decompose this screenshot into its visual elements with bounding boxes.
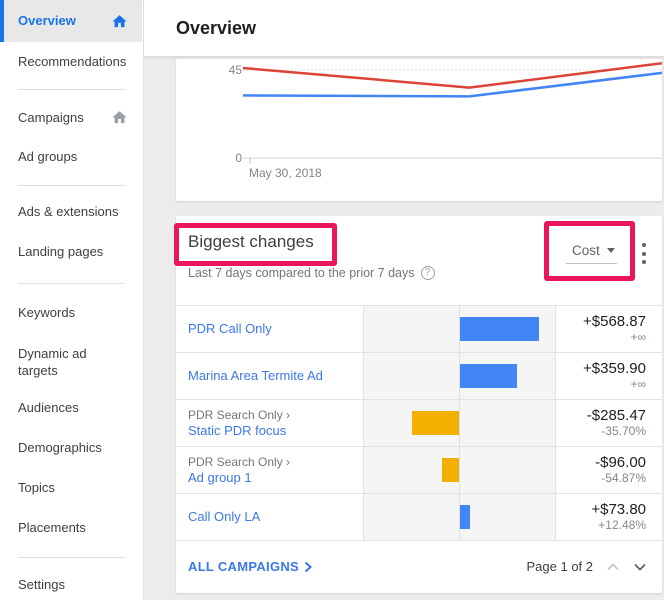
sidebar: Overview Recommendations Campaigns Ad gr…: [0, 0, 144, 600]
chevron-up-icon: [607, 562, 619, 570]
caret-down-icon: [606, 248, 615, 253]
sidebar-item-label: Settings: [18, 577, 65, 592]
sidebar-divider: [18, 89, 125, 90]
table-row: Call Only LA +$73.80 +12.48%: [176, 494, 662, 541]
change-value-cell: +$568.87 +∞: [556, 306, 662, 352]
sidebar-item-label: Overview: [18, 13, 76, 28]
sidebar-divider: [18, 283, 125, 284]
table-row: PDR Call Only +$568.87 +∞: [176, 306, 662, 353]
sidebar-item-label: Topics: [18, 480, 55, 495]
performance-chart-card: 45 0 May 30, 2018: [176, 59, 662, 201]
sidebar-item-label: Ad groups: [18, 149, 78, 164]
ad-group-link[interactable]: Static PDR focus: [188, 423, 355, 439]
card-footer: ALL CAMPAIGNS Page 1 of 2: [176, 540, 662, 593]
page-title: Overview: [176, 18, 257, 38]
page-up-button[interactable]: [606, 562, 620, 572]
parent-label: PDR Search Only ›: [188, 454, 291, 469]
all-campaigns-label: ALL CAMPAIGNS: [188, 559, 300, 574]
bar-axis-line: [459, 447, 460, 493]
main-area: Overview 45 0 May 30, 2018 Biggest chang…: [144, 0, 664, 600]
home-icon: [111, 13, 128, 30]
table-row: PDR Search Only › Ad group 1 -$96.00 -54…: [176, 447, 662, 494]
sidebar-item-overview[interactable]: Overview: [0, 0, 142, 42]
change-value-cell: -$285.47 -35.70%: [556, 400, 662, 446]
change-percent: +12.48%: [598, 518, 646, 532]
change-value-cell: -$96.00 -54.87%: [556, 447, 662, 493]
campaign-name-cell: Call Only LA: [176, 494, 364, 540]
change-value-cell: +$359.90 +∞: [556, 353, 662, 399]
chevron-right-icon: [304, 561, 313, 572]
change-value: +$359.90: [583, 360, 646, 377]
sidebar-item-label: Landing pages: [18, 244, 104, 259]
sidebar-item-label: Recommendations: [18, 54, 127, 69]
y-axis-tick-0: 0: [235, 151, 242, 165]
sidebar-divider: [18, 185, 125, 186]
selected-indicator: [0, 0, 4, 42]
change-value: +$568.87: [583, 313, 646, 330]
table-row: PDR Search Only › Static PDR focus -$285…: [176, 400, 662, 447]
sidebar-item-label: Placements: [18, 520, 86, 535]
change-percent: +∞: [630, 377, 646, 391]
home-icon: [111, 109, 128, 126]
parent-label: PDR Search Only ›: [188, 407, 291, 422]
change-bar-cell: [364, 494, 556, 540]
change-bar-cell: [364, 400, 556, 446]
sidebar-item-label: Demographics: [18, 440, 102, 455]
change-bar: [442, 458, 459, 482]
bar-axis-line: [459, 400, 460, 446]
campaign-name-cell: PDR Call Only: [176, 306, 364, 352]
changes-table: PDR Call Only +$568.87 +∞ Marina Area Te…: [176, 305, 662, 541]
change-value-cell: +$73.80 +12.48%: [556, 494, 662, 540]
sidebar-item-label: Dynamic ad targets: [18, 346, 87, 378]
campaign-link[interactable]: Call Only LA: [188, 509, 355, 525]
kebab-menu-icon[interactable]: [637, 243, 651, 264]
metric-selector-cost[interactable]: Cost: [566, 242, 617, 264]
page-indicator: Page 1 of 2: [526, 559, 594, 574]
change-bar: [460, 364, 517, 388]
campaign-name-cell: PDR Search Only › Static PDR focus: [176, 400, 364, 446]
sidebar-item-label: Audiences: [18, 400, 79, 415]
change-bar: [460, 317, 539, 341]
change-percent: +∞: [630, 330, 646, 344]
sidebar-item-label: Campaigns: [18, 110, 84, 125]
x-axis-date-label: May 30, 2018: [249, 166, 322, 180]
campaign-link[interactable]: Marina Area Termite Ad: [188, 368, 355, 384]
campaign-name-cell: PDR Search Only › Ad group 1: [176, 447, 364, 493]
google-ads-overview-screen: Overview Recommendations Campaigns Ad gr…: [0, 0, 664, 600]
change-value: +$73.80: [591, 501, 646, 518]
red-series-line: [243, 61, 662, 89]
y-axis-tick-45: 45: [228, 63, 242, 77]
metric-selector-label: Cost: [572, 243, 600, 258]
biggest-changes-card: Biggest changes Last 7 days compared to …: [174, 216, 662, 593]
sidebar-item-label: Keywords: [18, 305, 76, 320]
page-header: Overview: [144, 0, 664, 57]
campaign-link[interactable]: PDR Call Only: [188, 321, 355, 337]
pagination: Page 1 of 2: [527, 559, 648, 574]
card-title: Biggest changes: [188, 232, 314, 251]
change-bar: [412, 411, 459, 435]
change-bar-cell: [364, 306, 556, 352]
change-bar: [460, 505, 470, 529]
blue-series-line: [243, 71, 662, 98]
table-row: Marina Area Termite Ad +$359.90 +∞: [176, 353, 662, 400]
ad-group-link[interactable]: Ad group 1: [188, 470, 355, 486]
content-area: 45 0 May 30, 2018 Biggest changes Last 7…: [144, 58, 664, 600]
change-value: -$96.00: [595, 454, 646, 471]
card-subtitle-text: Last 7 days compared to the prior 7 days: [188, 266, 415, 280]
page-down-button[interactable]: [633, 562, 647, 572]
chevron-down-icon: [634, 563, 646, 571]
change-percent: -54.87%: [601, 471, 646, 485]
help-icon[interactable]: ?: [420, 266, 435, 280]
campaign-name-cell: Marina Area Termite Ad: [176, 353, 364, 399]
change-percent: -35.70%: [601, 424, 646, 438]
all-campaigns-link[interactable]: ALL CAMPAIGNS: [188, 559, 313, 574]
sidebar-item-label: Ads & extensions: [18, 204, 119, 219]
change-value: -$285.47: [586, 407, 646, 424]
change-bar-cell: [364, 353, 556, 399]
change-bar-cell: [364, 447, 556, 493]
card-subtitle: Last 7 days compared to the prior 7 days…: [188, 266, 435, 280]
sidebar-divider: [18, 557, 125, 558]
